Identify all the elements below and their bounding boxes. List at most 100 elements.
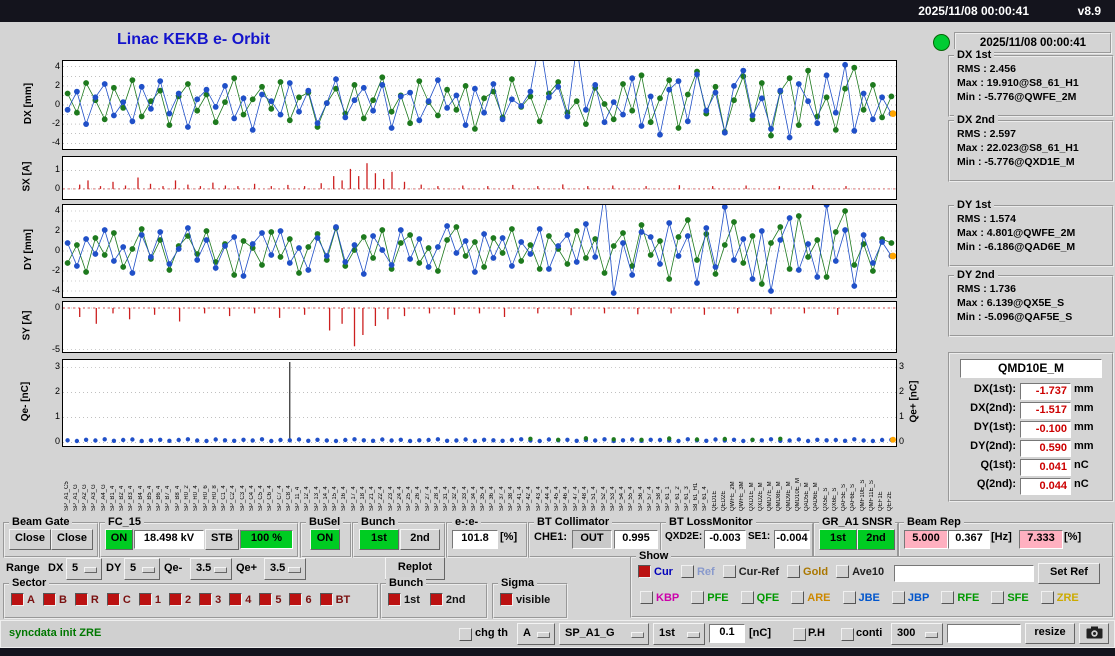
show-jbp[interactable]: JBP [891,591,929,604]
sector-checkbox[interactable] [319,593,333,606]
show-cur-ref[interactable]: Cur-Ref [722,565,779,578]
bpm-name-label: SP_44_4 [544,486,551,511]
show-checkbox[interactable] [842,591,856,604]
range-dx-select[interactable]: 5 [66,558,102,580]
fc15-on-button[interactable]: ON [105,529,133,550]
show-jbe[interactable]: JBE [842,591,880,604]
show-zre[interactable]: ZRE [1040,591,1079,604]
show-checkbox[interactable] [638,565,651,578]
bunch-select[interactable]: 1st [653,623,705,645]
gr-snsr-1st-button[interactable]: 1st [819,529,857,550]
bunch-filter-checkbox[interactable] [388,593,401,606]
show-checkbox[interactable] [991,591,1005,604]
sector-4[interactable]: 4 [229,593,251,606]
show-checkbox[interactable] [836,565,850,578]
show-checkbox[interactable] [722,565,736,578]
sector-checkbox[interactable] [74,593,88,606]
sigma-checkbox[interactable] [500,593,513,606]
bpm-name-label: SP_A1_C5 [63,481,70,511]
aux-entry[interactable] [947,624,1021,643]
bunch-filter-2nd[interactable]: 2nd [429,593,466,606]
show-checkbox[interactable] [640,591,653,604]
bunch-filter-checkbox[interactable] [429,593,443,606]
sector-checkbox[interactable] [42,593,56,606]
sector-checkbox[interactable] [168,593,182,606]
sector-r[interactable]: R [74,593,99,606]
range-qep-select[interactable]: 3.5 [264,558,306,580]
show-qfe[interactable]: QFE [740,591,779,604]
sector-checkbox[interactable] [138,593,152,606]
sector-checkbox[interactable] [199,593,213,606]
bpm-select[interactable]: SP_A1_G [559,623,649,645]
fc15-stb-button[interactable]: STB [205,529,239,550]
sector-checkbox[interactable] [289,593,303,606]
sector-1[interactable]: 1 [138,593,161,606]
show-ref[interactable]: Ref [680,565,715,578]
range-dy-select[interactable]: 5 [124,558,160,580]
show-label: KBP [656,591,680,604]
show-checkbox[interactable] [691,591,705,604]
show-rfe[interactable]: RFE [941,591,979,604]
threshold-value[interactable]: 0.1 [709,624,745,643]
show-checkbox[interactable] [787,565,801,578]
sigma-visible[interactable]: visible [500,593,550,606]
set-ref-button[interactable]: Set Ref [1038,563,1100,584]
show-row2: KBP PFE QFE ARE JBE JBP RFE SFE ZRE [640,591,1079,604]
sector-label: 5 [275,593,282,606]
show-checkbox[interactable] [1040,591,1054,604]
sector-bt[interactable]: BT [319,593,350,606]
conti-checkbox[interactable] [841,628,854,641]
busel-on-button[interactable]: ON [310,529,340,550]
ph-checkbox[interactable] [793,628,806,641]
show-kbp[interactable]: KBP [640,591,679,604]
sector-checkbox[interactable] [106,593,120,606]
show-checkbox[interactable] [680,565,694,578]
show-checkbox[interactable] [891,591,905,604]
chg-th-checkbox[interactable] [459,628,472,641]
sector-select-value: A [523,627,531,639]
interval-select[interactable]: 300 [891,623,943,645]
qmd-row-value: -0.100 [1020,421,1071,438]
show-are[interactable]: ARE [791,591,831,604]
sector-c[interactable]: C [106,593,131,606]
sector-checkbox[interactable] [259,593,273,606]
sector-a[interactable]: A [11,593,35,606]
sector-5[interactable]: 5 [259,593,281,606]
bpm-name-label: QAF5E_S [841,483,848,511]
bpm-name-label: SP_A4_G [100,484,107,511]
bunch-2nd-button[interactable]: 2nd [400,529,440,550]
bpm-name-label: SP_18_4 [359,486,366,511]
show-checkbox[interactable] [941,591,955,604]
bpm-name-label: SP_R0_2 [183,485,190,511]
sector-3[interactable]: 3 [199,593,221,606]
show-pfe[interactable]: PFE [691,591,729,604]
gr-snsr-2nd-button[interactable]: 2nd [857,529,895,550]
sector-checkbox[interactable] [229,593,243,606]
show-sfe[interactable]: SFE [991,591,1029,604]
range-qem-select[interactable]: 3.5 [190,558,232,580]
show-cur[interactable]: Cur [638,565,673,578]
beam-gate-close-1-button[interactable]: Close [9,529,51,550]
sector-2[interactable]: 2 [168,593,191,606]
screenshot-button[interactable] [1079,623,1109,644]
bpm-name-label: SP_B5_4 [146,485,153,511]
bunch-filter-1st[interactable]: 1st [388,593,420,606]
sector-label: A [27,593,35,606]
qmd-row: DY(1st): -0.100 mm [950,421,1112,439]
beam-gate-close-2-button[interactable]: Close [51,529,93,550]
show-ave10[interactable]: Ave10 [836,565,884,578]
resize-button[interactable]: resize [1025,623,1075,644]
bpm-name-label: SP_24_4 [396,486,403,511]
bunch-filter-label: 2nd [445,593,466,606]
sector-select[interactable]: A [517,623,555,645]
axis-tick: 4 [54,60,60,71]
bunch-1st-button[interactable]: 1st [359,529,399,550]
sector-b[interactable]: B [42,593,67,606]
ref-entry[interactable] [894,565,1034,582]
bpm-name-label: QMF11E_S [868,480,875,511]
sector-checkbox[interactable] [11,593,24,606]
sector-6[interactable]: 6 [289,593,312,606]
show-checkbox[interactable] [740,591,754,604]
show-gold[interactable]: Gold [787,565,828,578]
show-checkbox[interactable] [791,591,805,604]
